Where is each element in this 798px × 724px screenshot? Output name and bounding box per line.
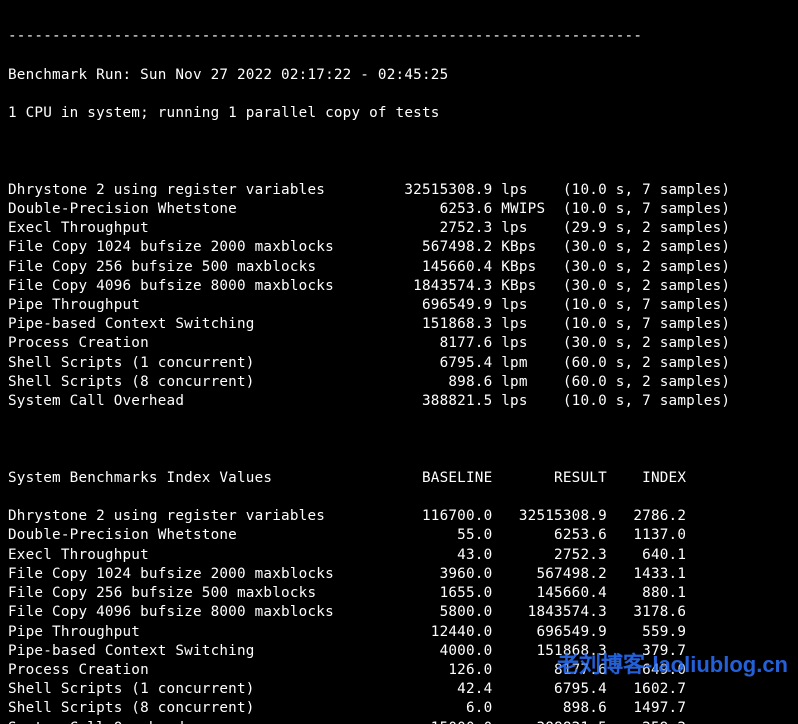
blank-line [8, 430, 790, 449]
index-row: File Copy 1024 bufsize 2000 maxblocks 39… [8, 565, 790, 584]
test-row: Execl Throughput 2752.3 lps (29.9 s, 2 s… [8, 219, 790, 238]
test-row: Double-Precision Whetstone 6253.6 MWIPS … [8, 200, 790, 219]
test-row: Shell Scripts (1 concurrent) 6795.4 lpm … [8, 354, 790, 373]
index-row: File Copy 256 bufsize 500 maxblocks 1655… [8, 584, 790, 603]
test-row: Pipe Throughput 696549.9 lps (10.0 s, 7 … [8, 296, 790, 315]
index-block: Dhrystone 2 using register variables 116… [8, 507, 790, 724]
index-row: Execl Throughput 43.0 2752.3 640.1 [8, 546, 790, 565]
index-header-row: System Benchmarks Index Values BASELINE … [8, 469, 790, 488]
index-row: Shell Scripts (8 concurrent) 6.0 898.6 1… [8, 699, 790, 718]
test-row: File Copy 256 bufsize 500 maxblocks 1456… [8, 258, 790, 277]
test-row: Shell Scripts (8 concurrent) 898.6 lpm (… [8, 373, 790, 392]
test-row: Pipe-based Context Switching 151868.3 lp… [8, 315, 790, 334]
test-row: File Copy 4096 bufsize 8000 maxblocks 18… [8, 277, 790, 296]
index-row: Double-Precision Whetstone 55.0 6253.6 1… [8, 526, 790, 545]
test-row: Process Creation 8177.6 lps (30.0 s, 2 s… [8, 334, 790, 353]
terminal-output: ----------------------------------------… [0, 0, 798, 724]
separator-line: ----------------------------------------… [8, 27, 790, 46]
index-row: Process Creation 126.0 8177.6 649.0 [8, 661, 790, 680]
index-row: Pipe-based Context Switching 4000.0 1518… [8, 642, 790, 661]
index-row: File Copy 4096 bufsize 8000 maxblocks 58… [8, 603, 790, 622]
test-row: Dhrystone 2 using register variables 325… [8, 181, 790, 200]
index-row: System Call Overhead 15000.0 388821.5 25… [8, 719, 790, 724]
cpu-info-line: 1 CPU in system; running 1 parallel copy… [8, 104, 790, 123]
test-row: File Copy 1024 bufsize 2000 maxblocks 56… [8, 238, 790, 257]
benchmark-run-line: Benchmark Run: Sun Nov 27 2022 02:17:22 … [8, 66, 790, 85]
index-row: Dhrystone 2 using register variables 116… [8, 507, 790, 526]
blank-line [8, 142, 790, 161]
index-row: Pipe Throughput 12440.0 696549.9 559.9 [8, 623, 790, 642]
tests-block: Dhrystone 2 using register variables 325… [8, 181, 790, 411]
test-row: System Call Overhead 388821.5 lps (10.0 … [8, 392, 790, 411]
index-row: Shell Scripts (1 concurrent) 42.4 6795.4… [8, 680, 790, 699]
